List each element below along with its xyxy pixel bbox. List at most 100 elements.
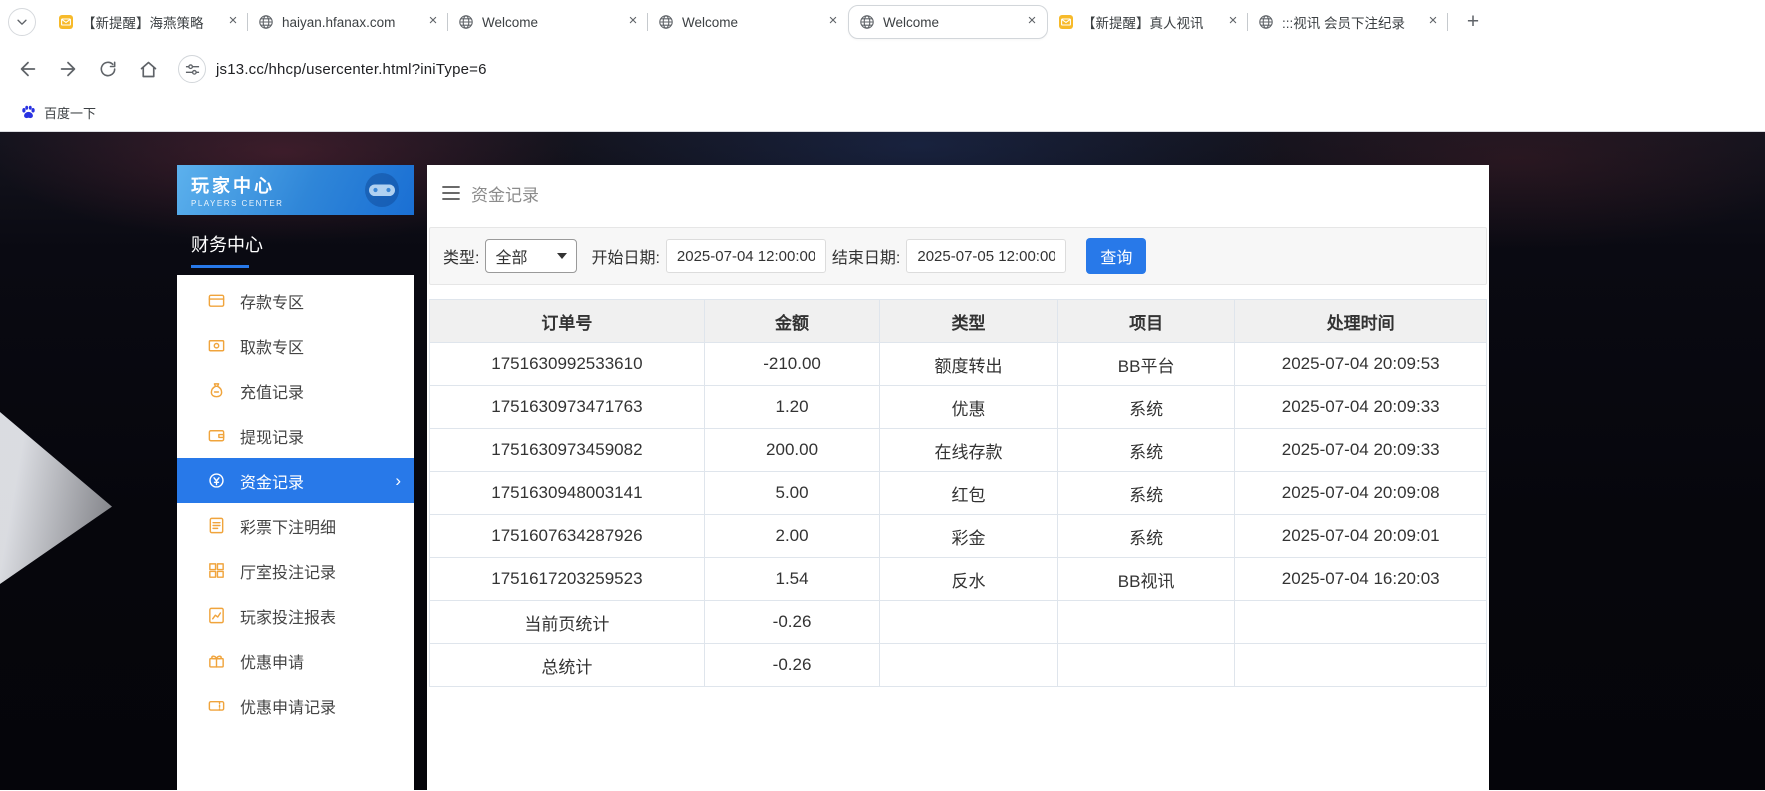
tab-close-icon[interactable]: × — [224, 13, 242, 31]
tab-label: Welcome — [682, 15, 816, 30]
end-date-label: 结束日期: — [832, 244, 900, 268]
reload-button[interactable] — [90, 51, 126, 87]
sidebar-item-厅室投注记录[interactable]: 厅室投注记录 — [177, 548, 414, 593]
funds-table-body: 1751630992533610-210.00额度转出BB平台2025-07-0… — [430, 343, 1487, 687]
menu-toggle-icon[interactable] — [442, 186, 460, 200]
sidebar-item-label: 取款专区 — [240, 334, 304, 358]
order-id-cell: 1751630973459082 — [430, 429, 705, 472]
reload-icon — [98, 59, 118, 79]
address-bar[interactable]: js13.cc/hhcp/usercenter.html?iniType=6 — [174, 51, 1755, 87]
deposit-icon — [207, 291, 226, 310]
sidebar-section-title: 财务中心 — [177, 215, 414, 275]
browser-tab[interactable]: haiyan.hfanax.com × — [248, 5, 448, 39]
browser-tab[interactable]: 【新提醒】海燕策略× — [48, 5, 248, 39]
time-cell: 2025-07-04 20:09:01 — [1235, 515, 1487, 558]
amount-cell: -210.00 — [704, 343, 879, 386]
sidebar-item-label: 存款专区 — [240, 289, 304, 313]
order-id-cell: 当前页统计 — [430, 601, 705, 644]
table-row: 总统计-0.26 — [430, 644, 1487, 687]
funds-table-header-row: 订单号金额类型项目处理时间 — [430, 300, 1487, 343]
browser-toolbar: js13.cc/hhcp/usercenter.html?iniType=6 — [0, 44, 1765, 94]
funds-records-icon — [207, 471, 226, 490]
item-cell: BB平台 — [1057, 343, 1235, 386]
browser-tab[interactable]: 【新提醒】真人视讯 × — [1048, 5, 1248, 39]
globe-icon — [658, 14, 674, 30]
item-cell — [1057, 601, 1235, 644]
bookmark-baidu[interactable]: 百度一下 — [14, 100, 102, 125]
home-icon — [138, 59, 159, 80]
browser-chrome: 【新提醒】海燕策略×haiyan.hfanax.com×Welcome×Welc… — [0, 0, 1765, 132]
tab-close-icon[interactable]: × — [624, 13, 642, 31]
type-label: 类型: — [443, 244, 479, 268]
tab-search-button[interactable] — [8, 8, 36, 36]
lottery-details-icon — [207, 516, 226, 535]
sidebar-item-资金记录[interactable]: 资金记录 › — [177, 458, 414, 503]
table-row: 1751630973459082200.00在线存款系统2025-07-04 2… — [430, 429, 1487, 472]
item-cell — [1057, 644, 1235, 687]
table-row: 17516309480031415.00红包系统2025-07-04 20:09… — [430, 472, 1487, 515]
type-cell: 在线存款 — [880, 429, 1058, 472]
sidebar-item-优惠申请记录[interactable]: 优惠申请记录 — [177, 683, 414, 728]
sidebar-item-label: 资金记录 — [240, 469, 304, 493]
sidebar-item-label: 充值记录 — [240, 379, 304, 403]
home-button[interactable] — [130, 51, 166, 87]
column-header: 类型 — [880, 300, 1058, 343]
sidebar-item-label: 厅室投注记录 — [240, 559, 336, 583]
tab-label: 【新提醒】真人视讯 — [1082, 12, 1216, 32]
table-row: 17516172032595231.54反水BB视讯2025-07-04 16:… — [430, 558, 1487, 601]
new-tab-button[interactable]: + — [1458, 7, 1488, 37]
room-bets-icon — [207, 561, 226, 580]
type-cell: 反水 — [880, 558, 1058, 601]
browser-tab[interactable]: Welcome× — [848, 5, 1048, 39]
back-button[interactable] — [10, 51, 46, 87]
tab-close-icon[interactable]: × — [1224, 13, 1242, 31]
type-cell — [880, 601, 1058, 644]
chevron-right-icon: › — [395, 471, 401, 491]
bet-report-icon — [207, 606, 226, 625]
forward-button[interactable] — [50, 51, 86, 87]
site-info-button[interactable] — [178, 55, 206, 83]
section-underline — [191, 265, 249, 268]
sidebar-item-label: 提现记录 — [240, 424, 304, 448]
column-header: 处理时间 — [1235, 300, 1487, 343]
tab-label: haiyan.hfanax.com — [282, 15, 416, 30]
sidebar: 玩家中心 PLAYERS CENTER 财务中心 存款专区取款专区充值记录提现记… — [177, 165, 414, 790]
item-cell: 系统 — [1057, 515, 1235, 558]
promo-apply-icon — [207, 651, 226, 670]
amount-cell: -0.26 — [704, 601, 879, 644]
sidebar-item-玩家投注报表[interactable]: 玩家投注报表 — [177, 593, 414, 638]
page-content: 玩家中心 PLAYERS CENTER 财务中心 存款专区取款专区充值记录提现记… — [0, 132, 1765, 790]
browser-tab[interactable]: Welcome × — [648, 5, 848, 39]
table-row: 1751630992533610-210.00额度转出BB平台2025-07-0… — [430, 343, 1487, 386]
tab-close-icon[interactable]: × — [1023, 13, 1041, 31]
sidebar-item-提现记录[interactable]: 提现记录 — [177, 413, 414, 458]
tab-close-icon[interactable]: × — [424, 13, 442, 31]
tab-close-icon[interactable]: × — [824, 13, 842, 31]
order-id-cell: 1751617203259523 — [430, 558, 705, 601]
tune-icon — [185, 62, 200, 77]
amount-cell: 1.54 — [704, 558, 879, 601]
time-cell: 2025-07-04 16:20:03 — [1235, 558, 1487, 601]
sidebar-item-label: 玩家投注报表 — [240, 604, 336, 628]
globe-icon — [1258, 14, 1274, 30]
sidebar-item-优惠申请[interactable]: 优惠申请 — [177, 638, 414, 683]
sidebar-item-存款专区[interactable]: 存款专区 — [177, 278, 414, 323]
mail-icon — [1058, 14, 1074, 30]
type-select[interactable]: 全部 — [485, 239, 577, 273]
browser-tab[interactable]: :::视讯 会员下注纪录× — [1248, 5, 1448, 39]
sidebar-item-彩票下注明细[interactable]: 彩票下注明细 — [177, 503, 414, 548]
page-header: 资金记录 — [427, 165, 1489, 221]
bookmark-label: 百度一下 — [44, 103, 96, 122]
time-cell — [1235, 601, 1487, 644]
amount-cell: -0.26 — [704, 644, 879, 687]
browser-tab[interactable]: Welcome× — [448, 5, 648, 39]
sidebar-item-充值记录[interactable]: 充值记录 — [177, 368, 414, 413]
back-arrow-icon — [17, 58, 39, 80]
tab-close-icon[interactable]: × — [1424, 13, 1442, 31]
column-header: 金额 — [704, 300, 879, 343]
search-button[interactable]: 查询 — [1086, 238, 1146, 274]
end-date-input[interactable] — [906, 239, 1066, 273]
time-cell: 2025-07-04 20:09:33 — [1235, 386, 1487, 429]
start-date-input[interactable] — [666, 239, 826, 273]
sidebar-item-取款专区[interactable]: 取款专区 — [177, 323, 414, 368]
